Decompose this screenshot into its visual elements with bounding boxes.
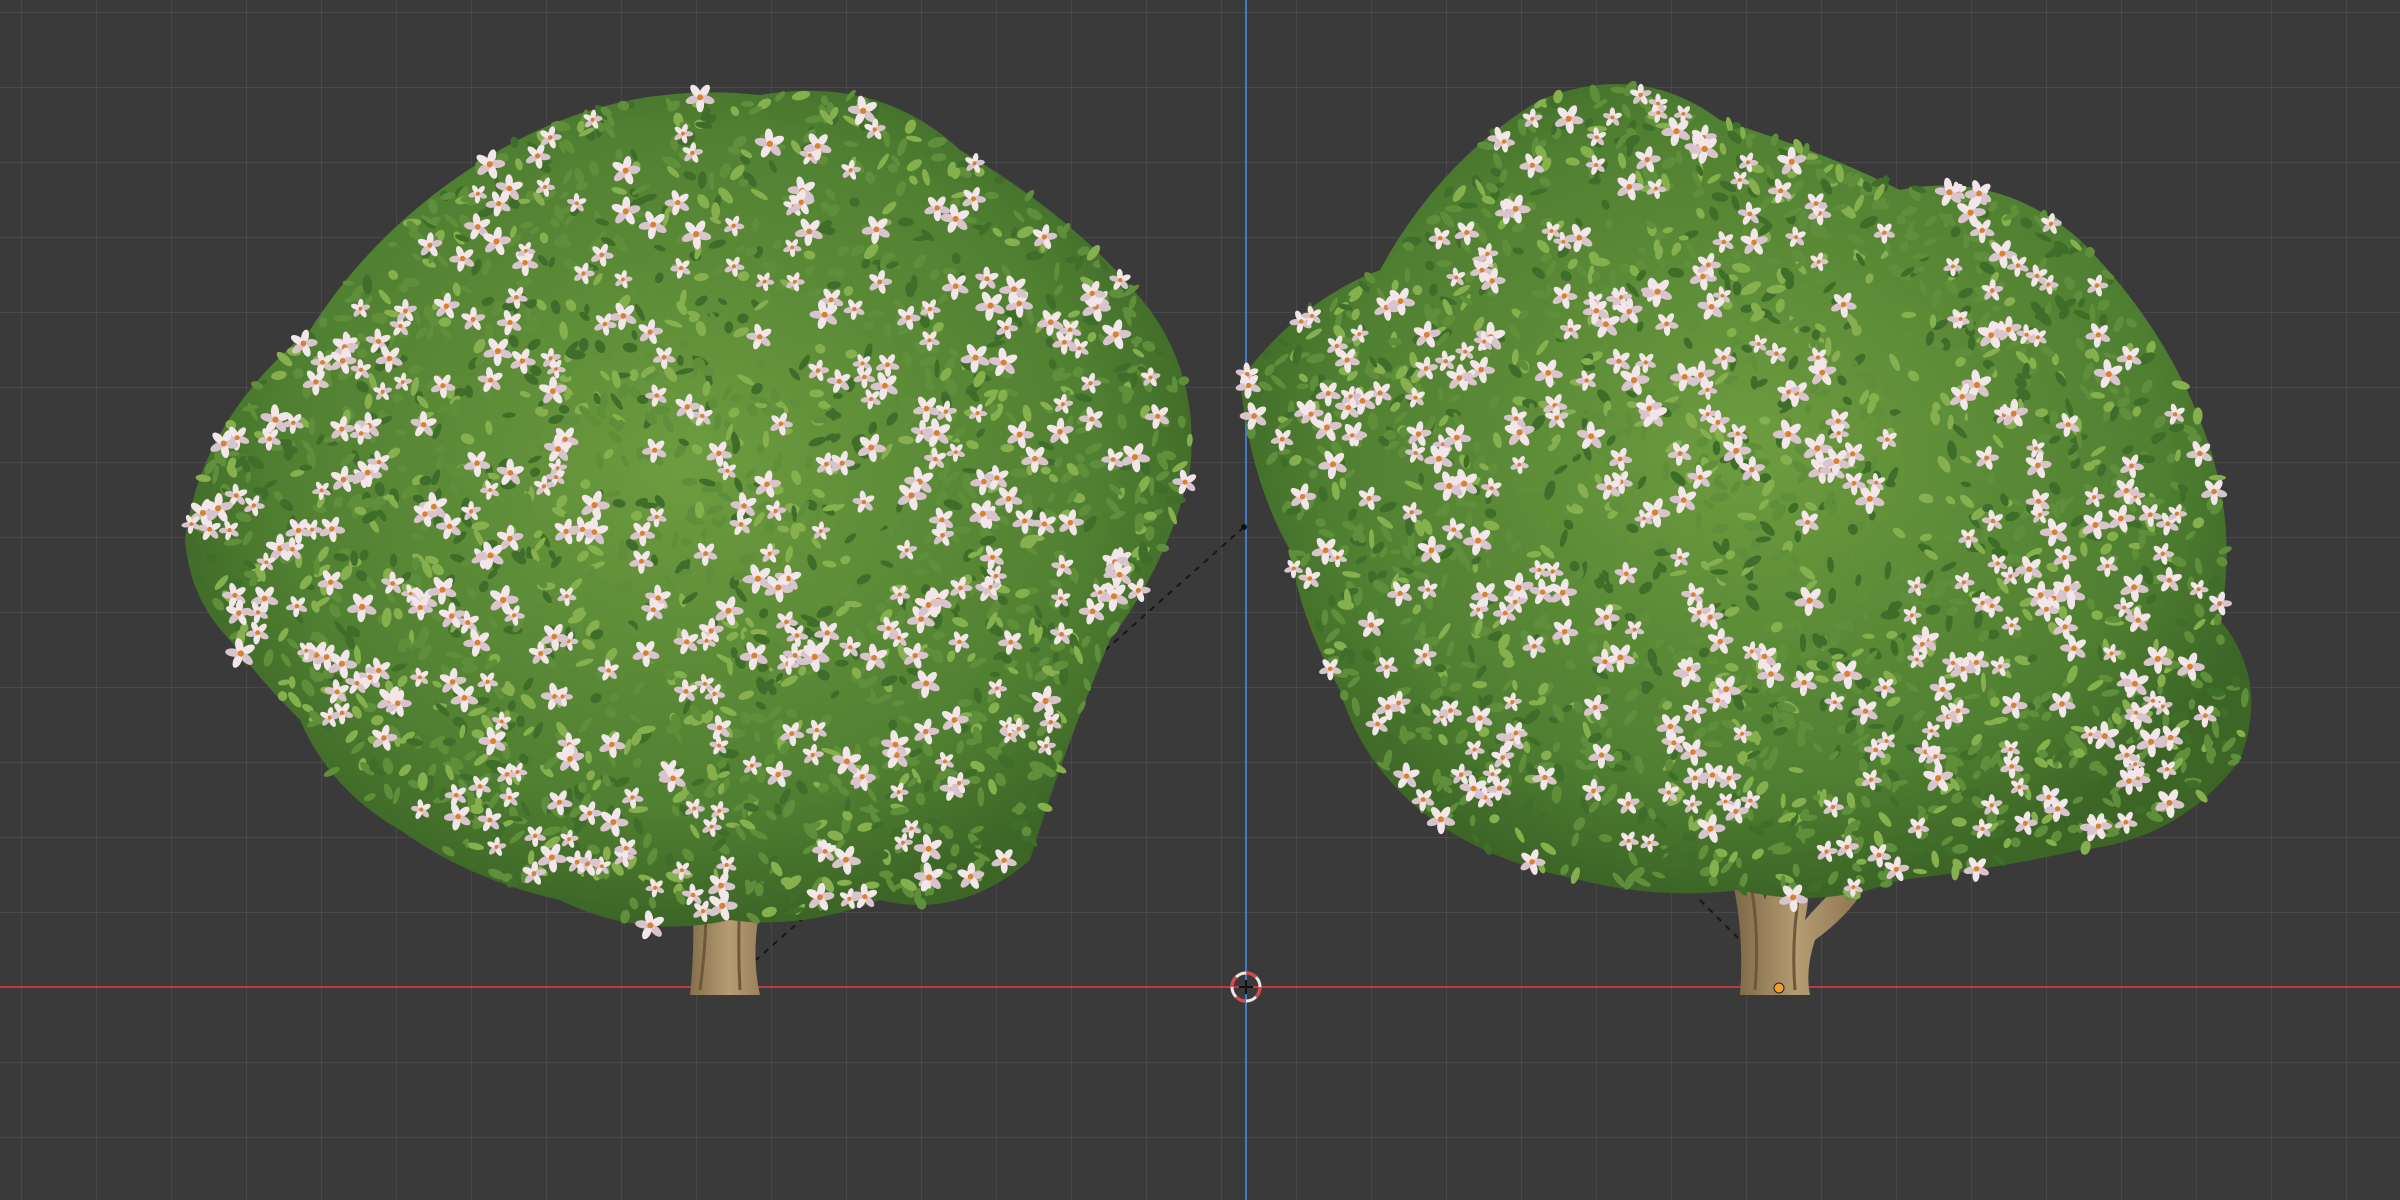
- leaf: [1794, 530, 1802, 543]
- 3d-viewport[interactable]: [0, 0, 2400, 1200]
- leaf: [602, 846, 611, 861]
- leaf: [1472, 681, 1488, 689]
- tree-left[interactable]: [177, 76, 1203, 995]
- tree-right-origin-dot: [1773, 982, 1785, 994]
- leaf: [682, 785, 688, 797]
- leaf: [1440, 675, 1448, 688]
- viewport-scene[interactable]: [0, 0, 2400, 1200]
- tree-right[interactable]: [1230, 79, 2252, 995]
- leaf: [525, 306, 532, 325]
- leaf: [2105, 616, 2122, 623]
- leaf: [809, 389, 824, 398]
- leaf: [227, 451, 240, 457]
- object-origin-marker: [1241, 524, 1247, 530]
- leaf: [2209, 474, 2226, 481]
- leaf: [1815, 269, 1826, 287]
- leaf: [584, 303, 590, 314]
- leaf: [641, 502, 658, 509]
- leaf: [313, 557, 320, 576]
